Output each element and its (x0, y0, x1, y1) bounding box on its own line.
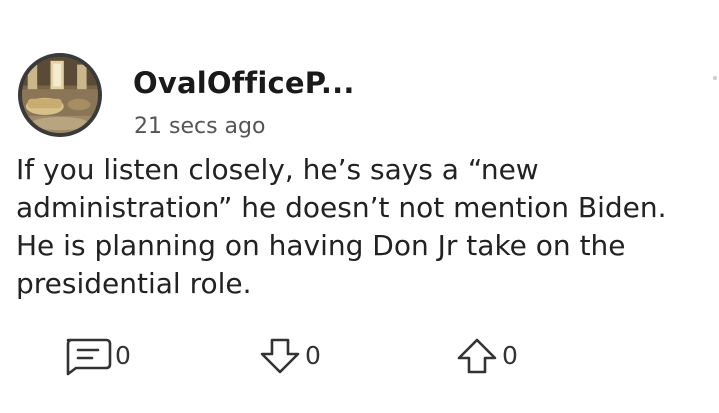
avatar-image (22, 57, 98, 133)
upvote-count: 0 (502, 341, 518, 370)
upvote-arrow-icon (457, 338, 497, 374)
post-body: If you listen closely, he’s says a “new … (16, 153, 667, 300)
comment-icon (66, 338, 112, 376)
username[interactable]: OvalOfficeP... (133, 66, 355, 100)
edge-artifact (713, 76, 717, 80)
post-card: OvalOfficeP... 21 secs ago If you listen… (0, 0, 719, 413)
downvote-button[interactable]: 0 (258, 336, 321, 376)
downvote-arrow-icon (260, 338, 300, 374)
upvote-button[interactable]: 0 (455, 336, 518, 376)
comments-button[interactable]: 0 (62, 336, 131, 376)
user-avatar[interactable] (18, 53, 102, 137)
comments-count: 0 (115, 341, 131, 370)
post-timestamp: 21 secs ago (134, 114, 266, 139)
downvote-count: 0 (305, 341, 321, 370)
